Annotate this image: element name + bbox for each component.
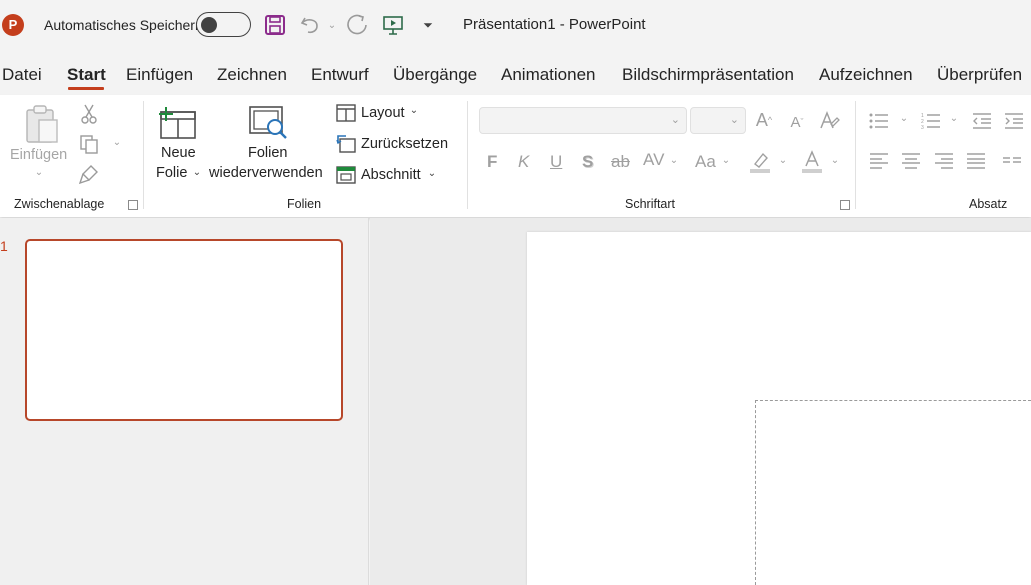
reset-icon[interactable] <box>335 134 357 154</box>
tab-ueberpruefen[interactable]: Überprüfen <box>937 65 1022 85</box>
align-right-icon[interactable] <box>933 151 955 171</box>
paste-dropdown-icon[interactable]: ⌄ <box>31 167 47 178</box>
highlight-color-icon[interactable] <box>748 150 772 174</box>
tab-zeichnen[interactable]: Zeichnen <box>217 65 287 85</box>
group-separator <box>855 101 856 209</box>
copy-icon[interactable] <box>78 133 100 155</box>
font-color-dropdown-icon[interactable]: ⌄ <box>829 155 841 166</box>
group-label-clipboard: Zwischenablage <box>14 197 105 211</box>
strikethrough-button[interactable]: ab <box>611 152 630 172</box>
increase-font-size-icon[interactable]: A ^ <box>753 109 775 131</box>
highlight-color-dropdown-icon[interactable]: ⌄ <box>777 155 789 166</box>
layout-icon[interactable] <box>335 103 357 123</box>
new-slide-button[interactable]: Folie <box>156 165 187 181</box>
bold-button[interactable]: F <box>487 152 497 172</box>
ribbon: Einfügen ⌄ ⌄ Zwischenablage Neue Folie ⌄… <box>0 95 1031 217</box>
change-case-dropdown-icon[interactable]: ⌄ <box>720 155 732 166</box>
powerpoint-logo-icon: P <box>2 14 24 36</box>
tab-start[interactable]: Start <box>67 65 106 85</box>
reuse-slides-icon[interactable] <box>248 103 290 143</box>
character-spacing-dropdown-icon[interactable]: ⌄ <box>668 155 680 166</box>
character-spacing-button[interactable]: AV <box>643 150 664 170</box>
reset-button[interactable]: Zurücksetzen <box>361 136 448 152</box>
new-slide-icon[interactable] <box>158 103 198 143</box>
align-center-icon[interactable] <box>900 151 922 171</box>
format-painter-icon[interactable] <box>78 163 100 185</box>
align-left-icon[interactable] <box>868 151 890 171</box>
tab-einfuegen[interactable]: Einfügen <box>126 65 193 85</box>
section-button[interactable]: Abschnitt <box>361 167 421 183</box>
clipboard-dialog-launcher-icon[interactable] <box>128 200 138 210</box>
increase-indent-icon[interactable] <box>1003 111 1025 131</box>
tab-datei[interactable]: Datei <box>2 65 42 85</box>
toggle-knob <box>201 16 217 33</box>
clear-formatting-icon[interactable] <box>817 109 841 133</box>
group-separator <box>143 101 144 209</box>
columns-icon[interactable] <box>1001 151 1023 171</box>
cut-icon[interactable] <box>78 103 100 125</box>
tab-entwurf[interactable]: Entwurf <box>311 65 369 85</box>
autosave-label: Automatisches Speichern <box>44 17 203 33</box>
numbering-icon[interactable]: 123 <box>920 111 942 131</box>
new-slide-dropdown-icon[interactable]: ⌄ <box>191 167 203 178</box>
slide-number: 1 <box>0 238 8 254</box>
font-color-icon[interactable] <box>800 150 824 174</box>
title-bar: P Automatisches Speichern ⌄ ⏷ Präsentati… <box>0 0 1031 52</box>
active-tab-indicator <box>68 87 104 90</box>
copy-dropdown-icon[interactable]: ⌄ <box>110 137 124 148</box>
justify-icon[interactable] <box>965 151 987 171</box>
paste-icon[interactable] <box>22 103 62 147</box>
underline-button[interactable]: U <box>550 152 562 172</box>
bullets-icon[interactable] <box>868 111 890 131</box>
reuse-slides-button[interactable]: wiederverwenden <box>209 165 323 181</box>
redo-icon[interactable] <box>345 11 371 39</box>
font-size-combo[interactable]: ⌄ <box>690 107 746 134</box>
tab-bildschirmpraesentation[interactable]: Bildschirmpräsentation <box>622 65 794 85</box>
tab-animationen[interactable]: Animationen <box>501 65 596 85</box>
group-label-paragraph: Absatz <box>969 197 1008 211</box>
bullets-dropdown-icon[interactable]: ⌄ <box>898 113 910 124</box>
customize-toolbar-icon[interactable]: ⏷ <box>420 11 436 39</box>
layout-dropdown-icon[interactable]: ⌄ <box>408 105 420 116</box>
tab-uebergaenge[interactable]: Übergänge <box>393 65 477 85</box>
numbering-dropdown-icon[interactable]: ⌄ <box>948 113 960 124</box>
layout-button[interactable]: Layout <box>361 105 405 121</box>
font-dialog-launcher-icon[interactable] <box>840 200 850 210</box>
save-icon[interactable] <box>263 11 287 39</box>
svg-text:3: 3 <box>921 125 924 130</box>
text-shadow-button[interactable]: S <box>582 152 593 172</box>
chevron-down-icon: ⌄ <box>729 114 739 126</box>
chevron-down-icon: ⌄ <box>670 114 680 126</box>
italic-button[interactable]: K <box>518 152 529 172</box>
start-slideshow-icon[interactable] <box>381 11 405 39</box>
section-icon[interactable] <box>335 165 357 185</box>
decrease-font-size-icon[interactable]: Aˇ <box>786 111 808 133</box>
undo-icon[interactable] <box>298 11 322 39</box>
new-slide-label-line1[interactable]: Neue <box>161 145 196 161</box>
font-name-combo[interactable]: ⌄ <box>479 107 687 134</box>
undo-dropdown-icon[interactable]: ⌄ <box>326 11 338 39</box>
group-label-font: Schriftart <box>625 197 676 211</box>
decrease-indent-icon[interactable] <box>971 111 993 131</box>
slide-thumbnail[interactable] <box>25 239 343 421</box>
reuse-slides-label-line1[interactable]: Folien <box>248 145 288 161</box>
paste-button[interactable]: Einfügen <box>10 147 67 163</box>
tab-aufzeichnen[interactable]: Aufzeichnen <box>819 65 913 85</box>
document-title: Präsentation1 - PowerPoint <box>463 16 646 33</box>
section-dropdown-icon[interactable]: ⌄ <box>426 168 438 179</box>
ribbon-tabs: Datei Start Einfügen Zeichnen Entwurf Üb… <box>0 58 1031 94</box>
autosave-toggle[interactable] <box>196 12 251 37</box>
change-case-button[interactable]: Aa <box>695 152 716 172</box>
group-separator <box>467 101 468 209</box>
group-label-slides: Folien <box>287 197 322 211</box>
content-placeholder[interactable] <box>755 400 1031 585</box>
